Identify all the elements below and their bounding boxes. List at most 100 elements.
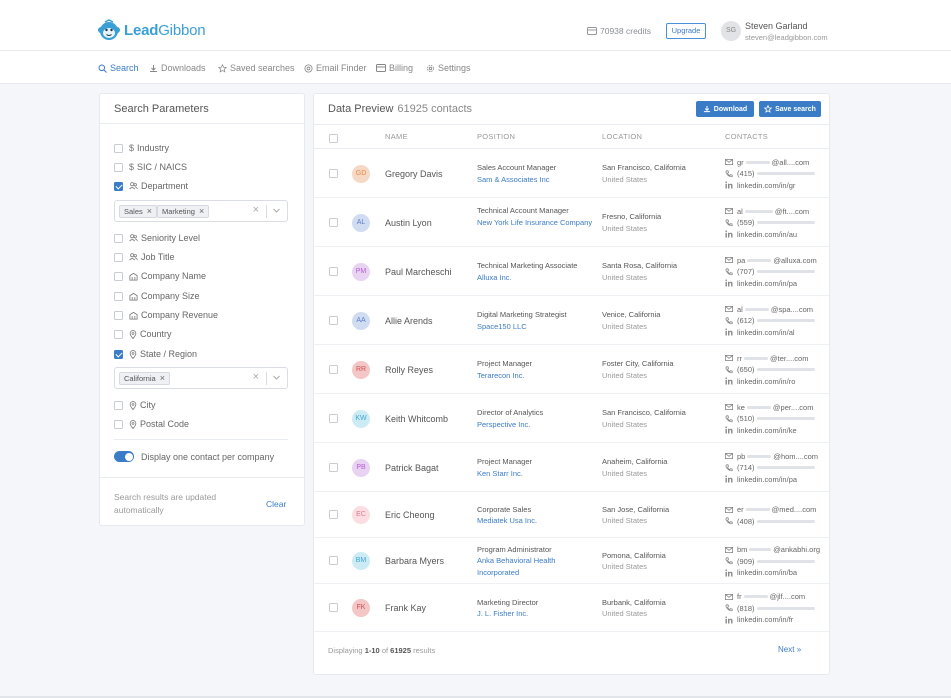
phone-line[interactable]: (714) — [725, 462, 820, 474]
row-checkbox[interactable] — [329, 510, 338, 519]
column-header-location[interactable]: LOCATION — [602, 132, 642, 141]
checkbox-checked[interactable] — [114, 349, 123, 359]
contact-name[interactable]: Frank Kay — [385, 603, 426, 613]
company-link[interactable]: Space150 LLC — [477, 321, 595, 333]
upgrade-button[interactable]: Upgrade — [666, 23, 706, 39]
phone-line[interactable]: (408) — [725, 516, 820, 528]
email-line[interactable]: al @ft....com — [725, 206, 820, 218]
chevron-down-icon[interactable] — [272, 373, 281, 382]
email-line[interactable]: gr @all....com — [725, 157, 820, 169]
clear-icon[interactable]: × — [253, 204, 259, 216]
user-avatar[interactable]: SG — [721, 21, 741, 41]
nav-downloads[interactable]: Downloads — [149, 63, 206, 73]
contact-name[interactable]: Barbara Myers — [385, 556, 444, 566]
company-link[interactable]: New York Life Insurance Company — [477, 217, 595, 229]
logo[interactable]: LeadGibbon — [98, 19, 206, 41]
email-line[interactable]: al @spa....com — [725, 304, 820, 316]
filter-seniority-level[interactable]: Seniority Level — [114, 232, 200, 244]
chevron-down-icon[interactable] — [272, 206, 281, 215]
table-row[interactable]: EC Eric Cheong Corporate Sales Mediatek Usa… — [314, 492, 829, 538]
phone-line[interactable]: (510) — [725, 413, 820, 425]
linkedin-line[interactable]: linkedin.com/in/ba — [725, 567, 820, 579]
state-tag-input[interactable]: California × × — [114, 367, 288, 389]
filter-city[interactable]: City — [114, 399, 156, 411]
phone-line[interactable]: (818) — [725, 603, 820, 615]
phone-line[interactable]: (650) — [725, 364, 820, 376]
filter-company-size[interactable]: Company Size — [114, 290, 200, 302]
row-checkbox[interactable] — [329, 266, 338, 276]
linkedin-line[interactable]: linkedin.com/in/pa — [725, 278, 820, 290]
checkbox[interactable] — [114, 400, 123, 410]
row-checkbox[interactable] — [329, 603, 338, 612]
phone-line[interactable]: (707) — [725, 266, 820, 278]
contact-name[interactable]: Allie Arends — [385, 316, 433, 326]
contact-name[interactable]: Patrick Bagat — [385, 463, 439, 473]
email-line[interactable]: pb @hom....com — [725, 451, 820, 463]
linkedin-line[interactable]: linkedin.com/in/ro — [725, 376, 820, 388]
nav-billing[interactable]: Billing — [376, 63, 413, 73]
clear-button[interactable]: Clear — [266, 499, 286, 509]
table-row[interactable]: AA Allie Arends Digital Marketing Strategi… — [314, 296, 829, 345]
linkedin-line[interactable]: linkedin.com/in/ke — [725, 425, 820, 437]
contact-name[interactable]: Gregory Davis — [385, 169, 443, 179]
filter-company-revenue[interactable]: Company Revenue — [114, 309, 218, 321]
email-line[interactable]: ke @per....com — [725, 402, 820, 414]
download-button[interactable]: Download — [696, 101, 754, 117]
checkbox[interactable] — [114, 252, 123, 262]
company-link[interactable]: Alluxa Inc. — [477, 272, 595, 284]
company-link[interactable]: Perspective Inc. — [477, 419, 595, 431]
company-link[interactable]: Sam & Associates Inc — [477, 174, 595, 186]
row-checkbox[interactable] — [329, 217, 338, 227]
table-row[interactable]: GD Gregory Davis Sales Account Manager Sam … — [314, 149, 829, 198]
linkedin-line[interactable]: linkedin.com/in/gr — [725, 180, 820, 192]
table-row[interactable]: AL Austin Lyon Technical Account Manager Ne… — [314, 198, 829, 247]
filter-state-region[interactable]: State / Region — [114, 348, 197, 360]
next-page-button[interactable]: Next » — [778, 645, 801, 654]
row-checkbox[interactable] — [329, 556, 338, 565]
filter-job-title[interactable]: Job Title — [114, 251, 175, 263]
table-row[interactable]: PM Paul Marcheschi Technical Marketing Ass… — [314, 247, 829, 296]
nav-search[interactable]: Search — [98, 63, 139, 73]
contact-name[interactable]: Keith Whitcomb — [385, 414, 448, 424]
save-search-button[interactable]: Save search — [759, 101, 821, 117]
company-link[interactable]: Anka Behavioral Health Incorporated — [477, 555, 595, 578]
row-checkbox[interactable] — [329, 315, 338, 325]
column-header-contacts[interactable]: CONTACTS — [725, 132, 768, 141]
filter-industry[interactable]: $ Industry — [114, 142, 169, 154]
column-header-name[interactable]: NAME — [385, 132, 408, 141]
phone-line[interactable]: (909) — [725, 556, 820, 568]
checkbox[interactable] — [114, 233, 123, 243]
email-line[interactable]: pa @alluxa.com — [725, 255, 820, 267]
nav-settings[interactable]: Settings — [426, 63, 471, 73]
checkbox[interactable] — [114, 329, 123, 339]
filter-company-name[interactable]: Company Name — [114, 270, 206, 282]
one-contact-toggle[interactable] — [114, 451, 134, 462]
department-tag-input[interactable]: Sales × Marketing × × — [114, 200, 288, 222]
remove-tag-icon[interactable]: × — [160, 373, 165, 384]
filter-postal-code[interactable]: Postal Code — [114, 418, 189, 430]
email-line[interactable]: rr @ter....com — [725, 353, 820, 365]
table-row[interactable]: RR Rolly Reyes Project Manager Terarecon In… — [314, 345, 829, 394]
contact-name[interactable]: Austin Lyon — [385, 218, 432, 228]
remove-tag-icon[interactable]: × — [199, 206, 204, 217]
checkbox[interactable] — [114, 143, 123, 153]
checkbox[interactable] — [114, 291, 123, 301]
table-row[interactable]: BM Barbara Myers Program Administrator Anka… — [314, 538, 829, 584]
checkbox-checked[interactable] — [114, 181, 123, 191]
phone-line[interactable]: (612) — [725, 315, 820, 327]
filter-country[interactable]: Country — [114, 328, 172, 340]
remove-tag-icon[interactable]: × — [147, 206, 152, 217]
contact-name[interactable]: Rolly Reyes — [385, 365, 433, 375]
user-name[interactable]: Steven Garland — [745, 21, 808, 31]
checkbox[interactable] — [114, 162, 123, 172]
email-line[interactable]: bm @ankabhi.org — [725, 544, 820, 556]
table-row[interactable]: PB Patrick Bagat Project Manager Ken Starr … — [314, 443, 829, 492]
company-link[interactable]: J. L. Fisher Inc. — [477, 608, 595, 620]
company-link[interactable]: Terarecon Inc. — [477, 370, 595, 382]
select-all-checkbox[interactable] — [329, 134, 338, 143]
company-link[interactable]: Mediatek Usa Inc. — [477, 515, 595, 527]
checkbox[interactable] — [114, 419, 123, 429]
contact-name[interactable]: Eric Cheong — [385, 510, 435, 520]
row-checkbox[interactable] — [329, 413, 338, 423]
nav-email-finder[interactable]: Email Finder — [304, 63, 367, 73]
